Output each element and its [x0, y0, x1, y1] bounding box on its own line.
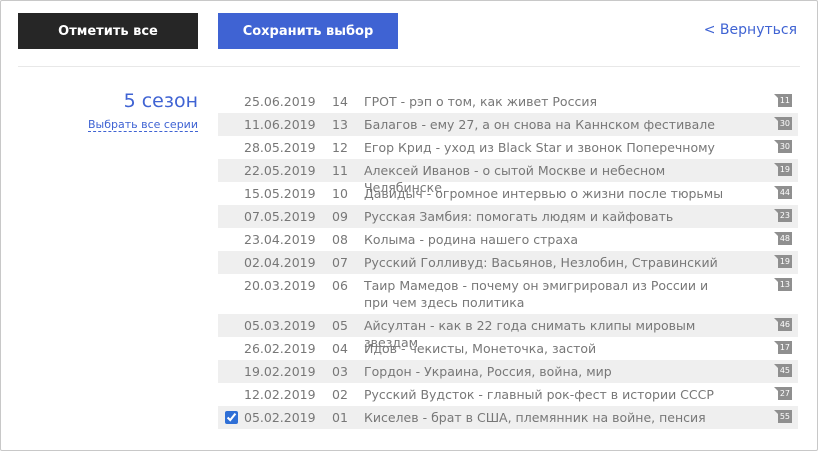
episode-row[interactable]: 05.02.2019 01 Киселев - брат в США, племян…	[218, 406, 798, 429]
episode-row[interactable]: 28.05.2019 12 Егор Крид - уход из Black St…	[218, 136, 798, 159]
episode-number: 13	[332, 117, 348, 132]
episode-checkbox-cell	[218, 136, 244, 159]
episode-date: 28.05.2019	[244, 140, 316, 155]
episode-number: 02	[332, 387, 348, 402]
episode-checkbox-cell	[218, 228, 244, 251]
comment-count-badge: 30	[773, 140, 792, 153]
episode-title: Балагов - ему 27, а он снова на Каннском…	[364, 117, 715, 132]
episode-checkbox-cell	[218, 113, 244, 136]
episode-number: 07	[332, 255, 348, 270]
mark-all-button[interactable]: Отметить все	[18, 13, 198, 49]
episode-checkbox-cell	[218, 314, 244, 337]
episode-row[interactable]: 26.02.2019 04 Идов - чекисты, Монеточка, з…	[218, 337, 798, 360]
comment-count-badge: 46	[773, 318, 792, 331]
episode-checkbox-cell	[218, 90, 244, 113]
episode-number: 12	[332, 140, 348, 155]
comment-count-badge: 48	[773, 232, 792, 245]
episode-row[interactable]: 12.02.2019 02 Русский Вудсток - главный ро…	[218, 383, 798, 406]
episode-row[interactable]: 07.05.2019 09 Русская Замбия: помогать люд…	[218, 205, 798, 228]
episode-checkbox-cell	[218, 182, 244, 205]
episode-date: 15.05.2019	[244, 186, 316, 201]
episode-title: ГРОТ - рэп о том, как живет Россия	[364, 94, 597, 109]
select-all-episodes-link[interactable]: Выбрать все серии	[87, 118, 198, 132]
episode-checkbox-cell	[218, 251, 244, 274]
episode-date: 26.02.2019	[244, 341, 316, 356]
save-selection-button[interactable]: Сохранить выбор	[218, 13, 398, 49]
comment-count-badge: 13	[773, 278, 792, 291]
episode-title: Киселев - брат в США, племянник на войне…	[364, 410, 706, 425]
episode-number: 11	[332, 163, 348, 178]
comment-count-badge: 23	[773, 209, 792, 222]
episode-title: Русский Вудсток - главный рок-фест в ист…	[364, 387, 714, 402]
episode-title: Гордон - Украина, Россия, война, мир	[364, 364, 612, 379]
episode-checkbox-cell	[218, 205, 244, 228]
episode-number: 06	[332, 278, 348, 293]
episode-date: 25.06.2019	[244, 94, 316, 109]
episode-title: Таир Мамедов - почему он эмигрировал из …	[364, 278, 709, 310]
episode-date: 02.04.2019	[244, 255, 316, 270]
episode-row[interactable]: 19.02.2019 03 Гордон - Украина, Россия, во…	[218, 360, 798, 383]
episode-row[interactable]: 15.05.2019 10 Давидыч - огромное интервью …	[218, 182, 798, 205]
episode-title: Русский Голливуд: Васьянов, Незлобин, Ст…	[364, 255, 718, 270]
episode-number: 04	[332, 341, 348, 356]
comment-count-badge: 30	[773, 117, 792, 130]
episode-checkbox-cell	[218, 406, 244, 429]
episode-number: 05	[332, 318, 348, 333]
episode-number: 08	[332, 232, 348, 247]
episode-row[interactable]: 02.04.2019 07 Русский Голливуд: Васьянов, …	[218, 251, 798, 274]
episode-date: 11.06.2019	[244, 117, 316, 132]
episode-date: 19.02.2019	[244, 364, 316, 379]
episode-date: 12.02.2019	[244, 387, 316, 402]
comment-count-badge: 55	[773, 410, 792, 423]
comment-count-badge: 27	[773, 387, 792, 400]
episode-number: 03	[332, 364, 348, 379]
season-title: 5 сезон	[123, 90, 198, 112]
comment-count-badge: 11	[773, 94, 792, 107]
episode-list: 25.06.2019 14 ГРОТ - рэп о том, как живет …	[218, 90, 798, 429]
episode-date: 23.04.2019	[244, 232, 316, 247]
episode-title: Давидыч - огромное интервью о жизни посл…	[364, 186, 724, 201]
episode-number: 01	[332, 410, 348, 425]
comment-count-badge: 45	[773, 364, 792, 377]
episode-number: 14	[332, 94, 348, 109]
header-divider	[18, 66, 800, 67]
episode-title: Егор Крид - уход из Black Star и звонок …	[364, 140, 715, 155]
episode-row[interactable]: 23.04.2019 08 Колыма - родина нашего страх…	[218, 228, 798, 251]
episode-date: 20.03.2019	[244, 278, 316, 293]
comment-count-badge: 17	[773, 341, 792, 354]
episode-row[interactable]: 25.06.2019 14 ГРОТ - рэп о том, как живет …	[218, 90, 798, 113]
episode-title: Колыма - родина нашего страха	[364, 232, 579, 247]
episode-title: Русская Замбия: помогать людям и кайфова…	[364, 209, 674, 224]
comment-count-badge: 19	[773, 255, 792, 268]
episode-checkbox-cell	[218, 360, 244, 383]
comment-count-badge: 19	[773, 163, 792, 176]
episode-date: 22.05.2019	[244, 163, 316, 178]
back-link[interactable]: < Вернуться	[704, 22, 797, 38]
episode-number: 10	[332, 186, 348, 201]
episode-title: Идов - чекисты, Монеточка, застой	[364, 341, 597, 356]
episode-date: 07.05.2019	[244, 209, 316, 224]
episode-row[interactable]: 20.03.2019 06 Таир Мамедов - почему он эми…	[218, 274, 798, 314]
episode-row[interactable]: 05.03.2019 05 Айсултан - как в 22 года сни…	[218, 314, 798, 350]
episode-number: 09	[332, 209, 348, 224]
episode-checkbox[interactable]	[224, 411, 238, 424]
episode-checkbox-cell	[218, 159, 244, 182]
episode-date: 05.03.2019	[244, 318, 316, 333]
episode-date: 05.02.2019	[244, 410, 316, 425]
episode-checkbox-cell	[218, 383, 244, 406]
episode-checkbox-cell	[218, 337, 244, 360]
comment-count-badge: 44	[773, 186, 792, 199]
episode-row[interactable]: 11.06.2019 13 Балагов - ему 27, а он снова…	[218, 113, 798, 136]
episode-row[interactable]: 22.05.2019 11 Алексей Иванов - о сытой Мос…	[218, 159, 798, 195]
episode-checkbox-cell	[218, 274, 244, 297]
